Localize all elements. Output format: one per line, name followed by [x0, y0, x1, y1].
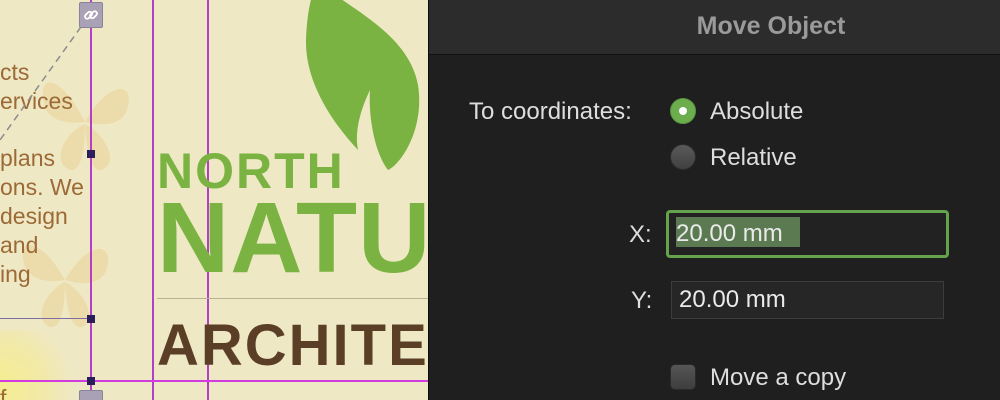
selection-handle[interactable]: [87, 377, 95, 385]
coordinates-label: To coordinates:: [469, 98, 632, 125]
selection-handle[interactable]: [87, 150, 95, 158]
body-text-bottom: f: [0, 385, 7, 400]
dialog-titlebar[interactable]: Move Object: [429, 0, 1000, 55]
absolute-radio[interactable]: [670, 98, 696, 124]
absolute-label[interactable]: Absolute: [710, 98, 803, 126]
dialog-title: Move Object: [696, 12, 846, 40]
body-text[interactable]: plans ons. We design and ing: [0, 144, 84, 289]
link-icon[interactable]: [79, 390, 103, 400]
link-icon: [84, 10, 98, 20]
yellow-glow: [0, 330, 80, 400]
brand-line-architecture: ARCHITE: [157, 313, 428, 378]
brand-line-nature: NATU: [157, 182, 428, 294]
body-text-line: design: [0, 203, 68, 229]
y-input[interactable]: [672, 282, 943, 318]
move-object-dialog: Move Object To coordinates: Absolute Rel…: [428, 0, 1000, 400]
link-icon[interactable]: [79, 2, 103, 28]
y-label: Y:: [631, 287, 653, 314]
relative-radio[interactable]: [670, 144, 696, 170]
guide-horizontal[interactable]: [0, 380, 428, 382]
brand-divider: [157, 298, 428, 299]
selection-handle[interactable]: [87, 315, 95, 323]
guide-vertical[interactable]: [90, 0, 92, 400]
relative-label[interactable]: Relative: [710, 144, 797, 172]
move-copy-checkbox[interactable]: [670, 364, 696, 390]
guide-vertical[interactable]: [152, 0, 154, 400]
x-field[interactable]: [666, 210, 949, 258]
body-text-line: ons. We: [0, 174, 84, 200]
x-label: X:: [629, 221, 652, 248]
document-canvas[interactable]: cts ervices plans ons. We design and ing…: [0, 0, 428, 400]
body-text-line: ing: [0, 261, 31, 287]
text-frame-edge: [0, 318, 92, 319]
y-field[interactable]: [671, 281, 944, 319]
move-copy-label[interactable]: Move a copy: [710, 364, 846, 392]
text-flow-connector: [0, 16, 89, 141]
x-input[interactable]: [669, 213, 946, 255]
body-text-line: and: [0, 232, 39, 258]
